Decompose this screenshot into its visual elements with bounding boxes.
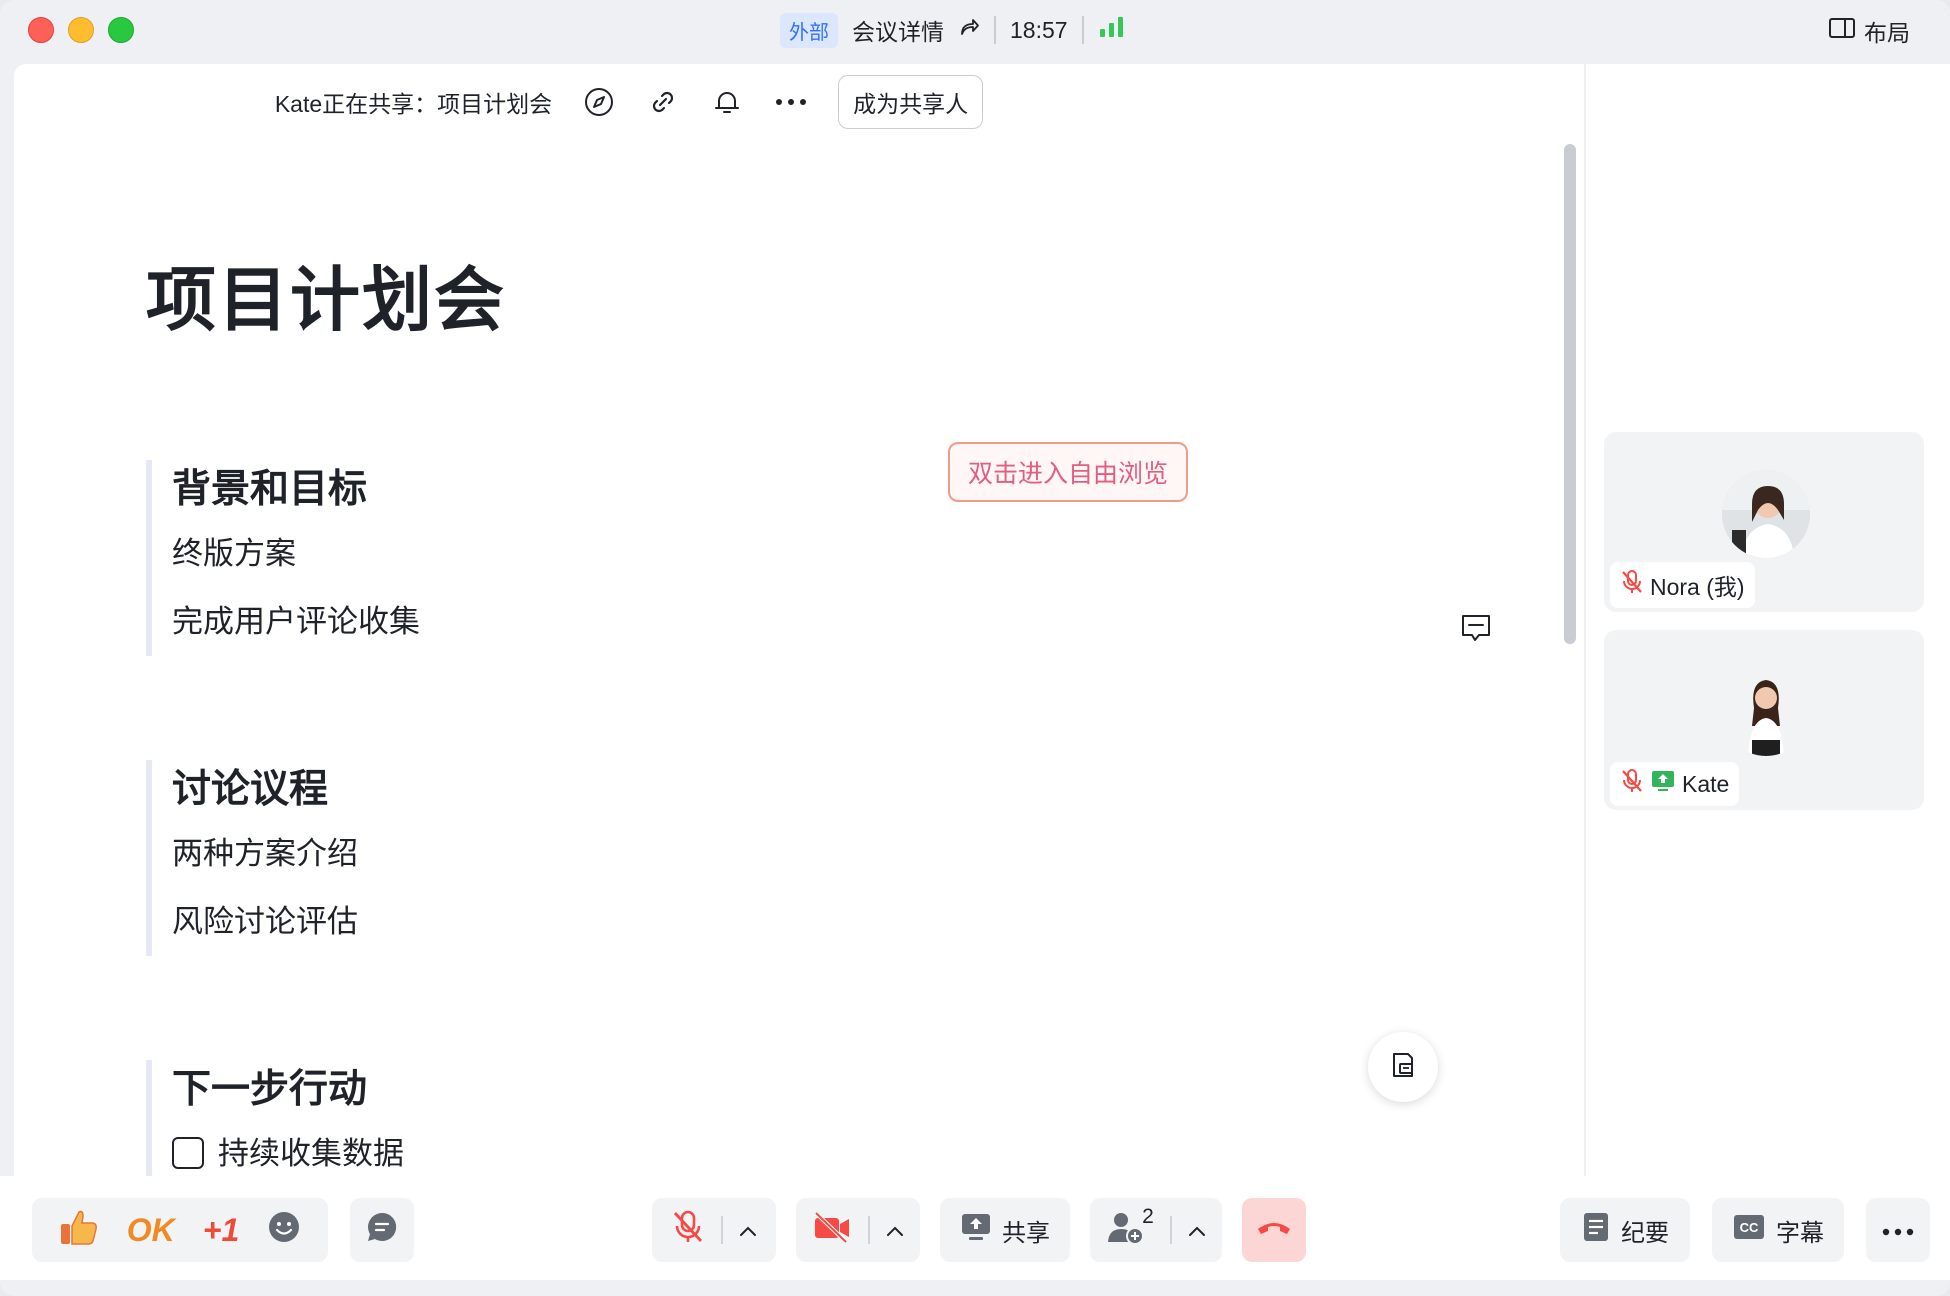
task-checkbox[interactable] (172, 1137, 204, 1169)
meeting-details-link[interactable]: 会议详情 (852, 13, 944, 47)
comment-icon[interactable] (1458, 610, 1494, 646)
document-header: 项目计划会 (146, 244, 1526, 345)
scrollbar-thumb[interactable] (1564, 144, 1576, 644)
task-label: 持续收集数据 (218, 1136, 404, 1171)
bell-icon[interactable] (710, 85, 744, 119)
maximize-window-button[interactable] (108, 17, 134, 43)
meeting-toolbar: OK +1 共享 2 纪要 CC 字幕 (0, 1176, 1950, 1280)
meeting-window: 外部 会议详情 18:57 布局 Kate正在共享：项目计划会 成为共享人 项目… (0, 0, 1950, 1296)
divider (1081, 16, 1084, 44)
camera-button[interactable] (796, 1198, 920, 1262)
minimize-window-button[interactable] (68, 17, 94, 43)
captions-label: 字幕 (1776, 1219, 1824, 1247)
avatar (1722, 668, 1810, 756)
close-window-button[interactable] (28, 17, 54, 43)
minutes-icon (1581, 1211, 1611, 1250)
sharing-status-text: Kate正在共享：项目计划会 (274, 91, 553, 117)
document-float-button[interactable] (1368, 1032, 1438, 1102)
list-item: 终版方案 (172, 536, 296, 571)
layout-button[interactable]: 布局 (1828, 14, 1910, 48)
reactions-group: OK +1 (32, 1198, 328, 1262)
section-heading: 讨论议程 (172, 768, 329, 811)
participant-name-chip: Kate (1610, 762, 1740, 806)
more-options-button[interactable] (1866, 1198, 1930, 1262)
participants-button[interactable]: 2 (1090, 1198, 1222, 1262)
captions-icon: CC (1732, 1213, 1766, 1248)
compass-icon[interactable] (582, 85, 616, 119)
link-icon[interactable] (646, 85, 680, 119)
free-browse-hint[interactable]: 双击进入自由浏览 (948, 442, 1189, 502)
chat-icon (365, 1210, 399, 1251)
share-screen-icon (960, 1211, 992, 1250)
section-next-steps: 下一步行动 持续收集数据 (146, 1060, 404, 1176)
add-participant-icon (1106, 1209, 1146, 1252)
shared-content-area: Kate正在共享：项目计划会 成为共享人 项目计划会 背景和目标 终版方案 完成… (14, 64, 1584, 1176)
list-item: 完成用户评论收集 (172, 604, 420, 639)
captions-button[interactable]: CC 字幕 (1712, 1198, 1844, 1262)
hang-up-icon (1255, 1216, 1293, 1244)
emoji-icon[interactable] (267, 1210, 301, 1251)
title-bar: 外部 会议详情 18:57 布局 (0, 0, 1950, 62)
external-badge: 外部 (780, 12, 838, 48)
reaction-plus-one-button[interactable]: +1 (203, 1212, 239, 1249)
share-link-icon[interactable] (958, 16, 980, 44)
mic-muted-icon (671, 1209, 705, 1252)
reaction-ok-button[interactable]: OK (127, 1212, 175, 1249)
participant-name: Kate (1682, 770, 1730, 797)
document-title: 项目计划会 (146, 261, 506, 339)
document-float-icon (1388, 1050, 1418, 1085)
divider (994, 16, 996, 44)
section-background-goals: 背景和目标 终版方案 完成用户评论收集 (146, 460, 420, 656)
section-heading: 下一步行动 (172, 1068, 368, 1111)
section-discussion-agenda: 讨论议程 两种方案介绍 风险讨论评估 (146, 760, 358, 956)
more-icon (1881, 1216, 1915, 1244)
thumbs-up-icon[interactable] (59, 1208, 99, 1253)
list-item: 两种方案介绍 (172, 836, 358, 871)
more-icon[interactable] (774, 85, 808, 119)
share-bar: Kate正在共享：项目计划会 成为共享人 (14, 75, 1584, 129)
hang-up-button[interactable] (1242, 1198, 1306, 1262)
svg-text:CC: CC (1740, 1220, 1759, 1235)
participant-tile-nora[interactable]: Nora (我) (1604, 432, 1924, 612)
chat-button[interactable] (350, 1198, 414, 1262)
camera-off-icon (812, 1211, 852, 1250)
layout-icon (1828, 16, 1856, 46)
minutes-label: 纪要 (1621, 1219, 1669, 1247)
checklist-item: 持续收集数据 (172, 1120, 404, 1176)
share-label: 共享 (1002, 1219, 1050, 1247)
chevron-up-icon[interactable] (739, 1216, 757, 1244)
divider (1169, 1216, 1172, 1244)
divider (868, 1216, 870, 1244)
participant-tile-kate[interactable]: Kate (1604, 630, 1924, 810)
chevron-up-icon[interactable] (1188, 1216, 1206, 1244)
mic-muted-icon (1620, 569, 1644, 601)
microphone-button[interactable] (652, 1198, 776, 1262)
layout-label: 布局 (1864, 20, 1910, 46)
title-bar-center: 外部 会议详情 18:57 (780, 12, 1126, 48)
become-sharer-button[interactable]: 成为共享人 (838, 75, 984, 129)
participant-name-chip: Nora (我) (1610, 562, 1755, 608)
signal-icon[interactable] (1098, 15, 1126, 45)
section-heading: 背景和目标 (172, 468, 368, 511)
avatar (1722, 470, 1810, 558)
share-screen-button[interactable]: 共享 (940, 1198, 1070, 1262)
sharing-screen-icon (1650, 768, 1676, 800)
chevron-up-icon[interactable] (886, 1216, 904, 1244)
divider (721, 1216, 723, 1244)
list-item: 风险讨论评估 (172, 904, 358, 939)
participants-panel: Nora (我) Kate (1586, 64, 1950, 1176)
participant-name: Nora (我) (1650, 574, 1745, 600)
meeting-time: 18:57 (1010, 16, 1068, 43)
minutes-button[interactable]: 纪要 (1560, 1198, 1690, 1262)
mic-muted-icon (1620, 768, 1644, 800)
